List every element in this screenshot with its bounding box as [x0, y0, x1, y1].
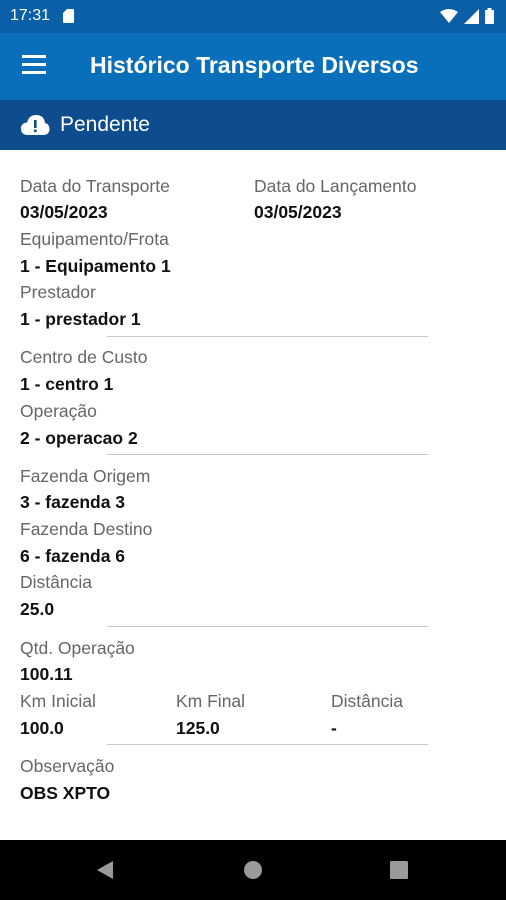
- distance-label: Distância: [20, 572, 92, 592]
- cost-center-label: Centro de Custo: [20, 347, 148, 367]
- km-start-value: 100.0: [20, 718, 64, 738]
- back-icon[interactable]: [96, 860, 114, 880]
- system-nav-bar: [0, 840, 506, 900]
- distance-value: 25.0: [20, 599, 55, 619]
- wifi-icon: [440, 8, 458, 23]
- km-end-value: 125.0: [176, 718, 220, 738]
- status-time: 17:31: [10, 7, 51, 24]
- provider-value: 1 - prestador 1: [20, 309, 141, 329]
- equipment-value: 1 - Equipamento 1: [20, 256, 171, 276]
- cloud-alert-icon: [21, 115, 50, 135]
- origin-farm-value: 3 - fazenda 3: [20, 492, 126, 512]
- km-end-label: Km Final: [176, 691, 246, 711]
- status-bar: 17:31: [0, 0, 506, 33]
- destination-farm-value: 6 - fazenda 6: [20, 546, 126, 566]
- launch-date-value: 03/05/2023: [254, 202, 342, 222]
- recents-icon[interactable]: [390, 861, 408, 879]
- divider: [107, 336, 428, 337]
- page-title: Histórico Transporte Diversos: [90, 52, 419, 78]
- origin-farm-label: Fazenda Origem: [20, 466, 151, 486]
- operation-label: Operação: [20, 401, 97, 421]
- divider: [107, 744, 428, 745]
- home-icon[interactable]: [243, 860, 263, 880]
- observation-label: Observação: [20, 756, 115, 776]
- cost-center-value: 1 - centro 1: [20, 374, 114, 394]
- km-start-label: Km Inicial: [20, 691, 96, 711]
- divider: [107, 454, 428, 455]
- operation-qty-value: 100.11: [20, 664, 73, 684]
- km-distance-label: Distância: [331, 691, 403, 711]
- status-label: Pendente: [60, 113, 150, 136]
- transport-details: Data do Transporte 03/05/2023 Data do La…: [0, 150, 506, 840]
- sim-card-icon: [63, 9, 74, 23]
- status-header: Pendente: [0, 100, 506, 150]
- menu-button[interactable]: [22, 55, 48, 77]
- transport-date-value: 03/05/2023: [20, 202, 108, 222]
- operation-qty-label: Qtd. Operação: [20, 638, 135, 658]
- destination-farm-label: Fazenda Destino: [20, 519, 153, 539]
- provider-label: Prestador: [20, 282, 96, 302]
- operation-value: 2 - operacao 2: [20, 428, 138, 448]
- transport-date-label: Data do Transporte: [20, 176, 170, 196]
- equipment-label: Equipamento/Frota: [20, 229, 169, 249]
- launch-date-label: Data do Lançamento: [254, 176, 417, 196]
- battery-icon: [485, 8, 494, 24]
- observation-value: OBS XPTO: [20, 783, 111, 803]
- signal-icon: [464, 8, 479, 24]
- app-bar: Histórico Transporte Diversos: [0, 33, 506, 100]
- menu-icon: [22, 55, 46, 58]
- divider: [107, 626, 428, 627]
- km-distance-value: -: [331, 718, 337, 738]
